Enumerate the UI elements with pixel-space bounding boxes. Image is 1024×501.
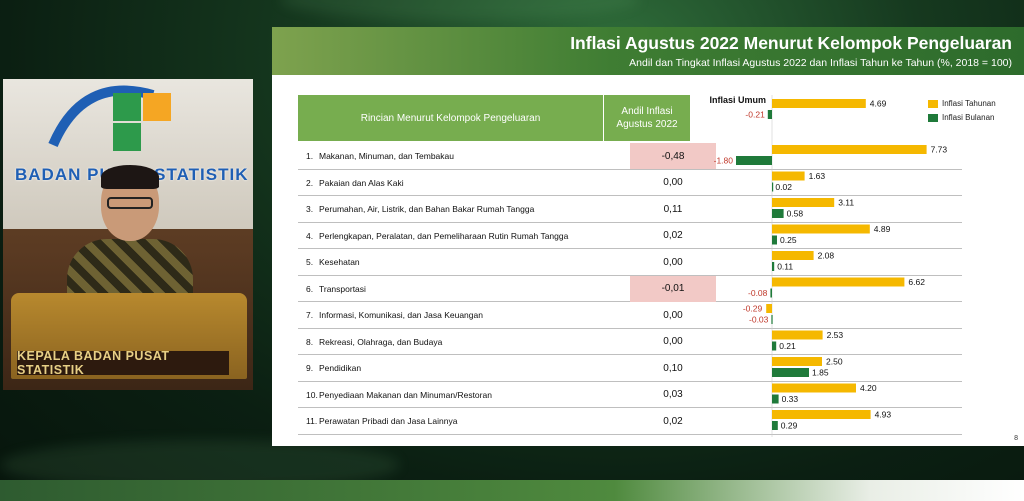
speaker-glasses (107, 197, 153, 209)
yoy-data-label: 6.62 (908, 277, 925, 287)
yoy-data-label: 3.11 (838, 198, 854, 208)
mtm-bar (772, 421, 778, 430)
mtm-data-label: -1.80 (714, 156, 734, 166)
legend-label-yoy: Inflasi Tahunan (942, 99, 996, 108)
yoy-bar (772, 357, 822, 366)
yoy-data-label: -0.29 (743, 304, 763, 314)
legend-swatch-mtm (928, 114, 938, 122)
mtm-data-label: 0.11 (777, 262, 793, 272)
lower-banner (0, 480, 1024, 501)
yoy-bar (772, 410, 871, 419)
mtm-bar (770, 288, 772, 298)
yoy-data-label: 4.20 (860, 383, 877, 393)
mtm-data-label: 0.25 (780, 235, 797, 245)
yoy-data-label: 4.69 (870, 99, 887, 109)
bps-logo-icon (43, 85, 213, 155)
yoy-bar (772, 251, 814, 260)
yoy-data-label: 4.93 (875, 410, 892, 420)
yoy-bar (772, 145, 927, 154)
category-label: Inflasi Umum (709, 95, 766, 105)
yoy-data-label: 1.63 (809, 171, 826, 181)
yoy-bar (772, 277, 905, 287)
page-number: 8 (1014, 435, 1018, 442)
speaker-video: BADAN PUSAT STATISTIK KEPALA BADAN PUSAT… (3, 79, 253, 390)
mtm-data-label: 0.58 (787, 209, 804, 219)
mtm-data-label: 0.29 (781, 421, 798, 431)
yoy-bar (772, 198, 835, 207)
yoy-bar (772, 330, 823, 340)
legend-swatch-yoy (928, 100, 938, 108)
mtm-bar (772, 235, 777, 245)
mtm-bar (767, 110, 772, 119)
mtm-bar (772, 368, 809, 377)
yoy-bar (772, 383, 856, 393)
podium-label: KEPALA BADAN PUSAT STATISTIK (17, 349, 229, 377)
mtm-bar (772, 394, 779, 404)
yoy-data-label: 2.53 (827, 330, 844, 340)
legend-label-mtm: Inflasi Bulanan (942, 113, 995, 122)
yoy-data-label: 7.73 (931, 145, 948, 155)
mtm-data-label: -0.03 (749, 315, 769, 325)
mtm-bar (772, 341, 777, 351)
yoy-data-label: 4.89 (874, 224, 891, 234)
yoy-bar (772, 99, 866, 108)
mtm-data-label: 0.33 (782, 394, 799, 404)
yoy-bar (766, 304, 772, 313)
mtm-bar (772, 182, 774, 192)
speaker-hair (101, 165, 159, 189)
background-streak (280, 0, 640, 20)
mtm-data-label: 0.02 (775, 182, 792, 192)
mtm-data-label: -0.08 (748, 288, 768, 298)
presentation-slide: Inflasi Agustus 2022 Menurut Kelompok Pe… (272, 27, 1024, 446)
mtm-bar (736, 156, 772, 165)
mtm-bar (772, 262, 775, 271)
yoy-data-label: 2.50 (826, 357, 843, 367)
mtm-data-label: 1.85 (812, 368, 829, 378)
yoy-bar (772, 224, 870, 234)
yoy-data-label: 2.08 (818, 251, 835, 261)
mtm-bar (771, 315, 773, 324)
mtm-data-label: 0.21 (779, 341, 796, 351)
mtm-bar (772, 209, 784, 218)
yoy-bar (772, 171, 805, 181)
mtm-data-label: -0.21 (745, 110, 765, 120)
inflation-bar-chart: Inflasi Umum 4.69 -0.21 7.73 -1.80 1.63 0.02 3.… (709, 95, 948, 437)
